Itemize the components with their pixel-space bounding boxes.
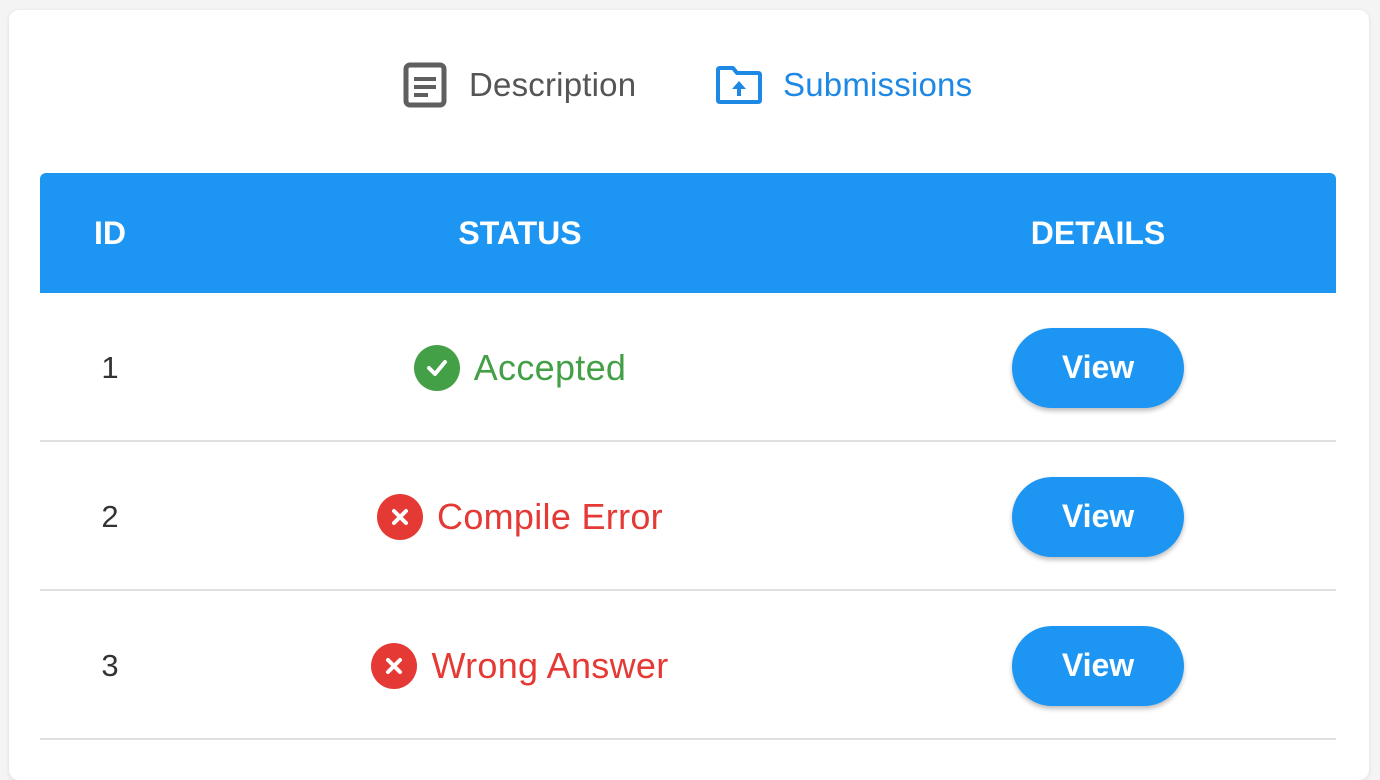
table-row: 3 Wrong Answer View (40, 591, 1336, 740)
table-header: ID STATUS DETAILS (40, 173, 1336, 293)
submission-id: 3 (101, 648, 119, 683)
folder-upload-icon (715, 65, 763, 105)
tab-description-label: Description (469, 66, 637, 103)
submission-status: Accepted (220, 293, 820, 442)
table-row: 1 Accepted View (40, 293, 1336, 442)
status-label: Compile Error (437, 495, 663, 537)
description-icon (403, 62, 447, 108)
submissions-table: ID STATUS DETAILS 1 Accepted View 2 Comp… (40, 173, 1336, 740)
column-header-details[interactable]: DETAILS (948, 173, 1248, 293)
status-label: Accepted (473, 346, 627, 388)
submission-id: 2 (101, 499, 119, 534)
submission-status: Wrong Answer (220, 591, 820, 740)
tab-submissions-label: Submissions (783, 66, 973, 103)
error-circle-icon (377, 493, 424, 540)
submission-status: Compile Error (220, 442, 820, 591)
view-button[interactable]: View (1012, 625, 1184, 706)
view-button[interactable]: View (1012, 476, 1184, 557)
tab-bar: Description Submissions (9, 10, 1369, 160)
details-cell: View (948, 442, 1248, 591)
submissions-card: Description Submissions ID STATUS DETAIL… (9, 10, 1369, 780)
table-row: 2 Compile Error View (40, 442, 1336, 591)
tab-description[interactable]: Description (403, 60, 636, 110)
submission-id: 1 (101, 350, 119, 385)
column-header-id[interactable]: ID (70, 173, 150, 293)
column-header-status[interactable]: STATUS (370, 173, 670, 293)
status-label: Wrong Answer (431, 644, 669, 686)
tab-submissions[interactable]: Submissions (715, 60, 972, 110)
details-cell: View (948, 591, 1248, 740)
check-circle-icon (413, 344, 460, 391)
error-circle-icon (371, 642, 418, 689)
details-cell: View (948, 293, 1248, 442)
view-button[interactable]: View (1012, 327, 1184, 408)
